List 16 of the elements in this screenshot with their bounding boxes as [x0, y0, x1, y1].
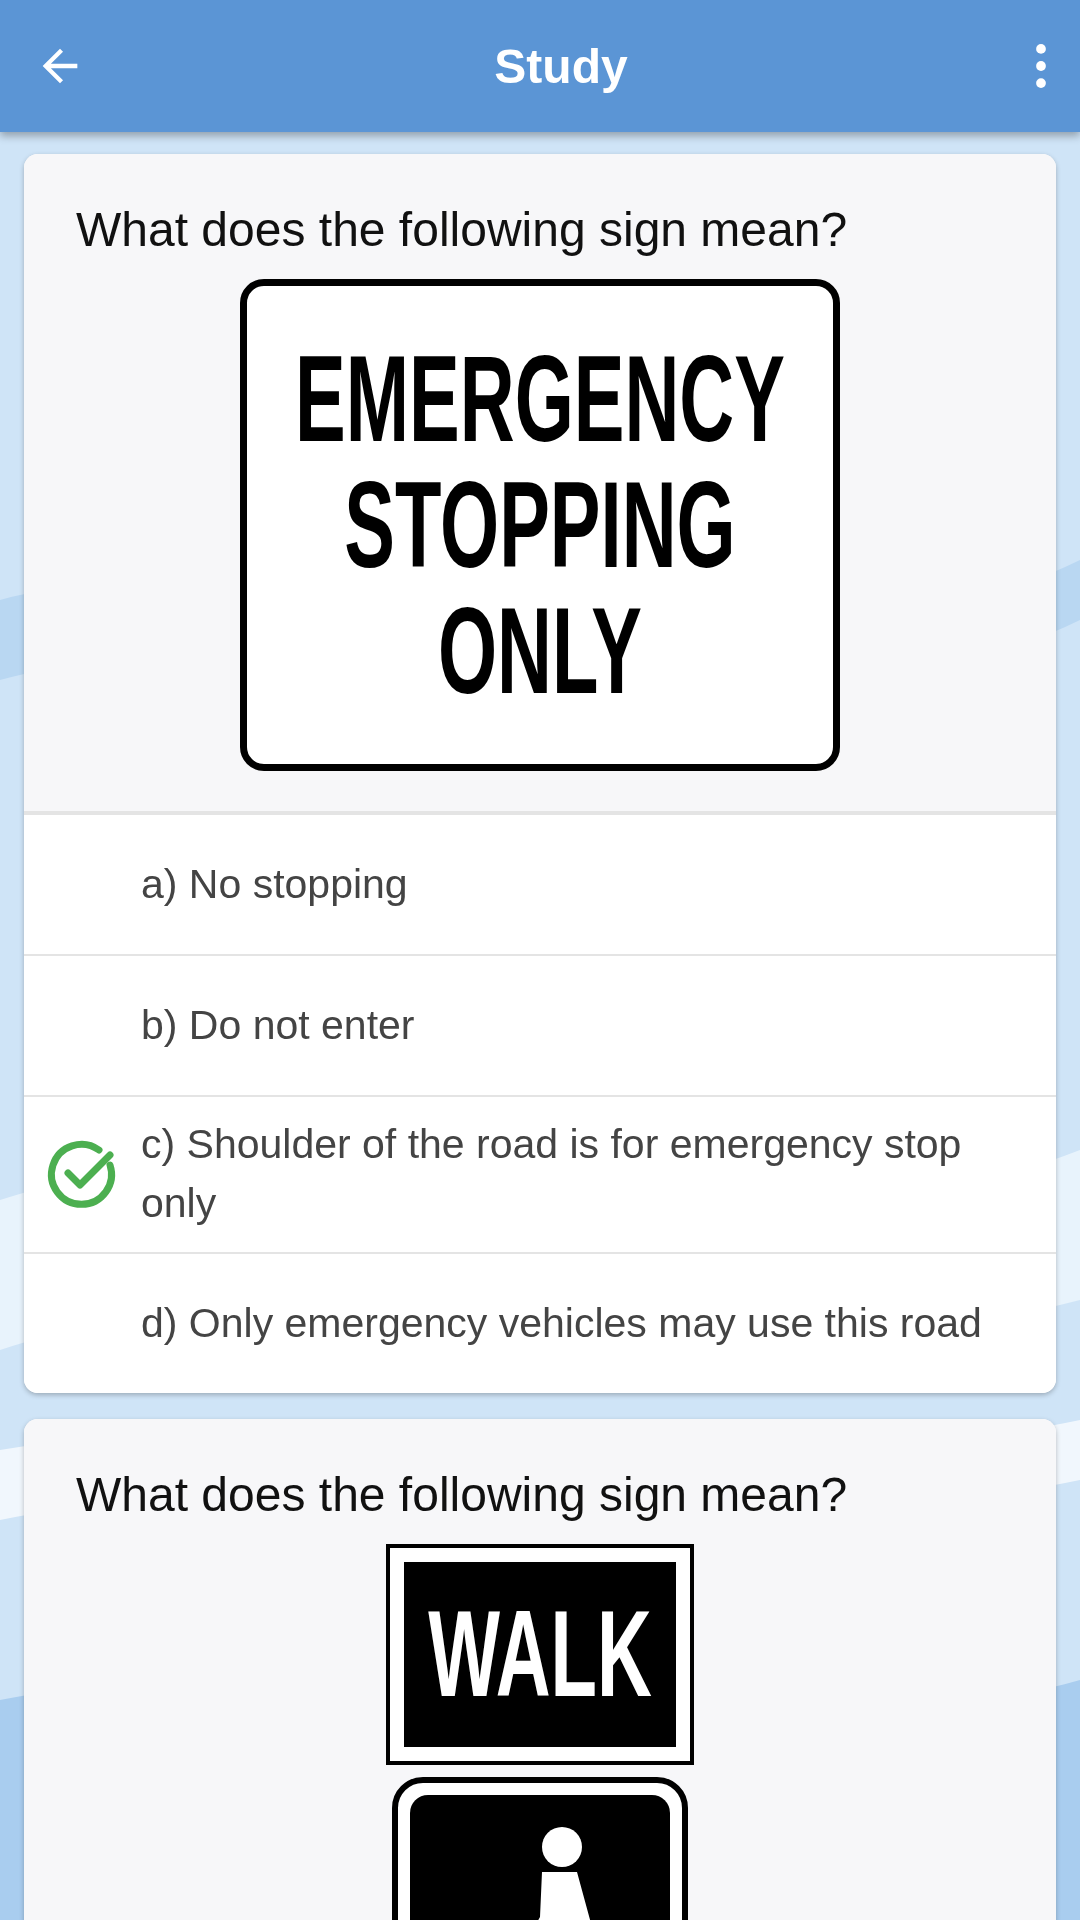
question-text: What does the following sign mean? — [76, 1466, 849, 1522]
question-text: What does the following sign mean? — [76, 202, 849, 257]
screen-title: Study — [494, 38, 628, 94]
sign-text: EMERGENCY — [295, 338, 785, 460]
answer-option[interactable]: d) Only emergency vehicles may use this road — [24, 1251, 1056, 1393]
answer-option[interactable]: c) Shoulder of the road is for emergency stop only — [24, 1095, 1056, 1252]
answer-option[interactable]: a) No stopping — [24, 813, 1056, 954]
sign-text: ONLY — [437, 590, 643, 712]
answer-option[interactable]: b) Do not enter — [24, 954, 1056, 1095]
answer-text: d) Only emergency vehicles may use this road — [141, 1298, 982, 1348]
answer-text: b) Do not enter — [141, 1000, 415, 1050]
more-vertical-icon — [1036, 44, 1046, 88]
sign-text: STOPPING — [344, 464, 736, 586]
answer-text: a) No stopping — [141, 859, 408, 909]
answer-text: c) Shoulder of the road is for emergency stop only — [141, 1120, 963, 1229]
sign-text: WALK — [428, 1593, 652, 1716]
